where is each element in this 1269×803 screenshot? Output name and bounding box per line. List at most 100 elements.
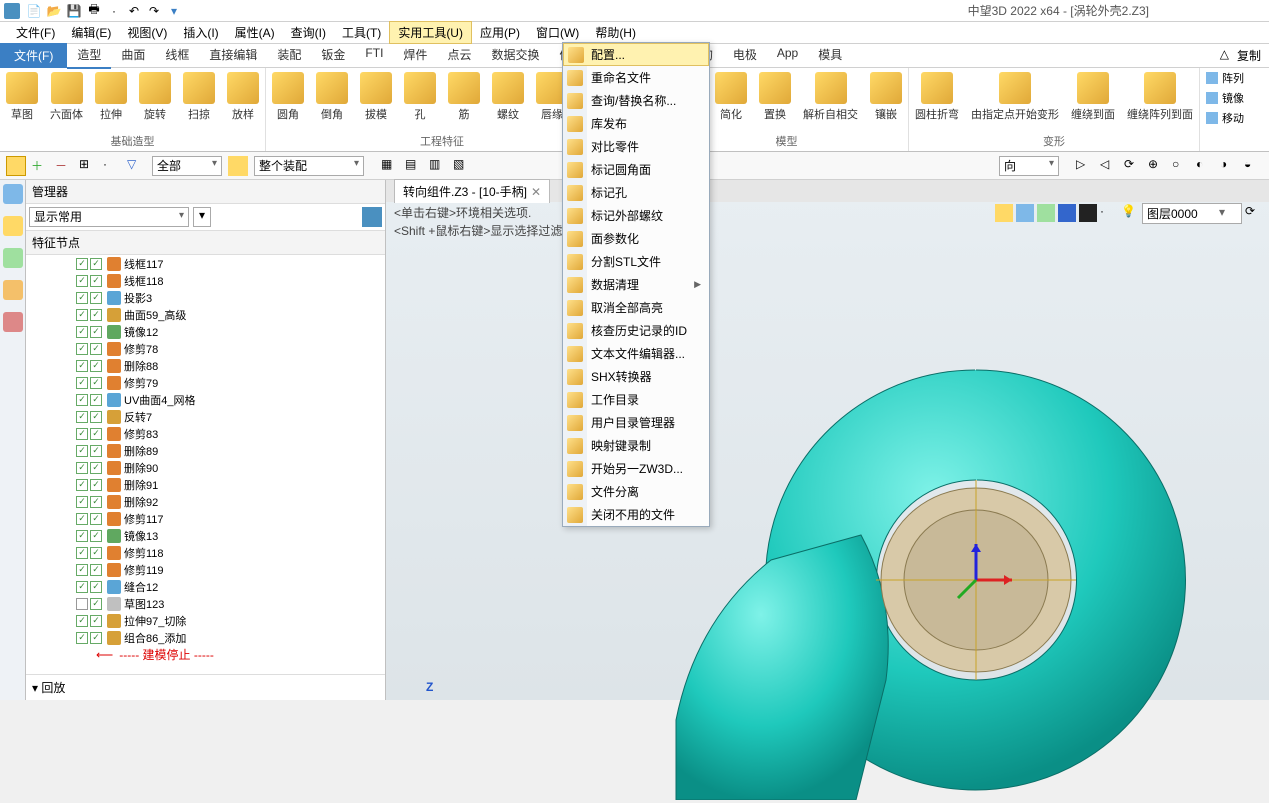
tree-item[interactable]: 删除92 (26, 493, 385, 510)
menu-item[interactable]: 数据清理▶ (563, 273, 709, 296)
menu-item[interactable]: 文件分离 (563, 480, 709, 503)
qat-save-icon[interactable]: 💾 (66, 3, 82, 19)
tree-item[interactable]: UV曲面4_网格 (26, 391, 385, 408)
tb2-plus-icon[interactable]: ＋ (30, 156, 50, 176)
ribbon-button[interactable]: 圆角 (266, 68, 310, 131)
menu-item[interactable]: 实用工具(U) (389, 21, 472, 44)
ribbon-tab[interactable]: 数据交换 (481, 42, 549, 69)
checkbox-icon[interactable] (76, 360, 88, 372)
menu-item[interactable]: 开始另一ZW3D... (563, 457, 709, 480)
checkbox-icon[interactable] (76, 377, 88, 389)
checkbox-icon[interactable] (90, 428, 102, 440)
menu-item[interactable]: 关闭不用的文件 (563, 503, 709, 526)
tree-item[interactable]: 拉伸97_切除 (26, 612, 385, 629)
ribbon-tab[interactable]: 钣金 (311, 42, 355, 69)
checkbox-icon[interactable] (90, 479, 102, 491)
checkbox-icon[interactable] (76, 394, 88, 406)
menu-item[interactable]: 工具(T) (334, 22, 389, 43)
canvas[interactable]: 转向组件.Z3 - [10-手柄] ✕ <单击右键>环境相关选项. <Shift… (386, 180, 1269, 700)
checkbox-icon[interactable] (76, 445, 88, 457)
tb2-nav-icon3[interactable]: ⟳ (1123, 156, 1143, 176)
ribbon-side-button[interactable]: 移动 (1200, 108, 1250, 128)
tb2-combo-all[interactable]: 全部 (152, 156, 222, 176)
view-refresh-icon[interactable]: ⟳ (1245, 204, 1263, 222)
ribbon-button[interactable]: 旋转 (133, 68, 177, 131)
checkbox-icon[interactable] (90, 411, 102, 423)
view-cube-icon[interactable] (1037, 204, 1055, 222)
ribbon-button[interactable]: 六面体 (44, 68, 89, 131)
view-black-icon[interactable] (1079, 204, 1097, 222)
checkbox-icon[interactable] (90, 598, 102, 610)
menu-item[interactable]: 核查历史记录的ID (563, 319, 709, 342)
ribbon-button[interactable]: 镶嵌 (864, 68, 908, 131)
menu-item[interactable]: 视图(V) (119, 22, 175, 43)
ribbon-tab[interactable]: 点云 (437, 42, 481, 69)
menu-item[interactable]: 分割STL文件 (563, 250, 709, 273)
qat-new-icon[interactable]: 📄 (26, 3, 42, 19)
ribbon-side-button[interactable]: 镜像 (1200, 88, 1250, 108)
ribbon-tab[interactable]: 直接编辑 (199, 42, 267, 69)
tree-item[interactable]: 修剪83 (26, 425, 385, 442)
qat-saveall-icon[interactable]: 🖶 (86, 3, 102, 19)
tree-item[interactable]: 删除91 (26, 476, 385, 493)
checkbox-icon[interactable] (90, 547, 102, 559)
tree-item[interactable]: 删除88 (26, 357, 385, 374)
ribbon-button[interactable]: 螺纹 (486, 68, 530, 131)
leftbar-user-icon[interactable] (3, 312, 23, 332)
ribbon-button[interactable]: 解析自相交 (797, 68, 864, 131)
ribbon-button[interactable]: 放样 (221, 68, 265, 131)
tree-item[interactable]: 缝合12 (26, 578, 385, 595)
tree-item[interactable]: 草图123 (26, 595, 385, 612)
menu-item[interactable]: SHX转换器 (563, 365, 709, 388)
ribbon-tab[interactable]: 装配 (267, 42, 311, 69)
menu-item[interactable]: 应用(P) (472, 22, 528, 43)
ribbon-button[interactable]: 拔模 (354, 68, 398, 131)
menu-item[interactable]: 编辑(E) (63, 22, 119, 43)
layer-combo[interactable]: 图层0000 (1142, 203, 1242, 224)
tree-item[interactable]: 线框117 (26, 255, 385, 272)
checkbox-icon[interactable] (76, 275, 88, 287)
ribbon-button[interactable]: 缠绕阵列到面 (1121, 68, 1199, 131)
checkbox-icon[interactable] (90, 275, 102, 287)
tree-item[interactable]: 修剪119 (26, 561, 385, 578)
menu-item[interactable]: 面参数化 (563, 227, 709, 250)
ribbon-tab[interactable]: 电极 (723, 42, 767, 69)
checkbox-icon[interactable] (90, 360, 102, 372)
checkbox-icon[interactable] (76, 581, 88, 593)
menu-item[interactable]: 查询/替换名称... (563, 89, 709, 112)
checkbox-icon[interactable] (90, 632, 102, 644)
document-tab[interactable]: 转向组件.Z3 - [10-手柄] ✕ (394, 179, 550, 203)
ribbon-button[interactable]: 拉伸 (89, 68, 133, 131)
tree-item[interactable]: 组合86_添加 (26, 629, 385, 646)
ribbon-button[interactable]: 由指定点开始变形 (965, 68, 1065, 131)
checkbox-icon[interactable] (90, 564, 102, 576)
tree-item[interactable]: 删除89 (26, 442, 385, 459)
menu-item[interactable]: 配置... (563, 43, 709, 66)
tb2-misc-icon[interactable]: ▦ (380, 156, 400, 176)
menu-item[interactable]: 对比零件 (563, 135, 709, 158)
ribbon-tab[interactable]: 焊件 (393, 42, 437, 69)
tb2-expand-icon[interactable]: ⊞ (78, 156, 98, 176)
ribbon-tab[interactable]: 模具 (808, 42, 852, 69)
leftbar-views-icon[interactable] (3, 248, 23, 268)
checkbox-icon[interactable] (76, 547, 88, 559)
checkbox-icon[interactable] (76, 479, 88, 491)
tb2-nav-icon4[interactable]: ⊕ (1147, 156, 1167, 176)
tb2-misc-icon3[interactable]: ▥ (428, 156, 448, 176)
menu-item[interactable]: 文本文件编辑器... (563, 342, 709, 365)
ribbon-tab[interactable]: FTI (355, 42, 393, 69)
tree-item[interactable]: 投影3 (26, 289, 385, 306)
checkbox-icon[interactable] (76, 411, 88, 423)
tb2-misc-icon4[interactable]: ▧ (452, 156, 472, 176)
checkbox-icon[interactable] (90, 377, 102, 389)
checkbox-icon[interactable] (76, 462, 88, 474)
checkbox-icon[interactable] (90, 309, 102, 321)
tb2-icon[interactable] (6, 156, 26, 176)
menu-item[interactable]: 重命名文件 (563, 66, 709, 89)
ribbon-collapse-icon[interactable]: △ (1220, 47, 1229, 64)
leftbar-manager-icon[interactable] (3, 184, 23, 204)
checkbox-icon[interactable] (90, 530, 102, 542)
ribbon-tab[interactable]: App (767, 42, 808, 69)
ribbon-tab[interactable]: 造型 (67, 42, 111, 69)
tree-item[interactable]: 镜像12 (26, 323, 385, 340)
